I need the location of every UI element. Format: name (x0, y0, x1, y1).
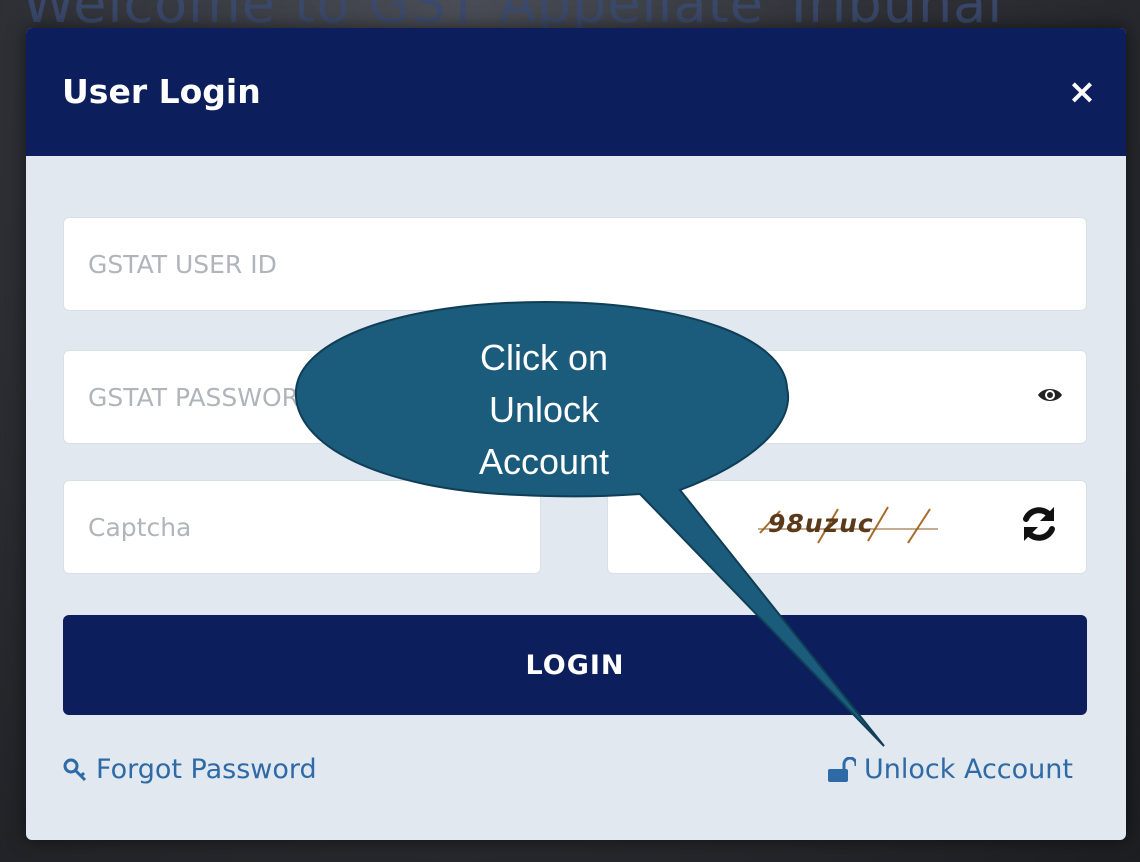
callout-text: Click on Unlock Account (478, 337, 610, 482)
login-button[interactable]: LOGIN (63, 615, 1087, 715)
close-icon[interactable]: × (1064, 74, 1100, 110)
eye-icon[interactable] (1036, 381, 1064, 409)
captcha-field (63, 480, 541, 574)
user-id-field (63, 217, 1087, 311)
unlock-account-link[interactable]: Unlock Account (828, 754, 1073, 785)
refresh-icon[interactable] (1018, 503, 1060, 545)
unlock-account-label: Unlock Account (864, 754, 1073, 785)
forgot-password-label: Forgot Password (96, 754, 317, 785)
user-id-input[interactable] (64, 218, 1086, 310)
unlock-icon (828, 756, 856, 782)
captcha-display: 98uzuc (607, 480, 1087, 574)
captcha-value: 98uzuc (768, 509, 874, 538)
forgot-password-link[interactable]: Forgot Password (62, 754, 317, 785)
key-icon (63, 758, 87, 781)
captcha-input[interactable] (64, 481, 540, 573)
modal-title: User Login (62, 72, 261, 111)
modal-header: User Login × (26, 28, 1126, 156)
